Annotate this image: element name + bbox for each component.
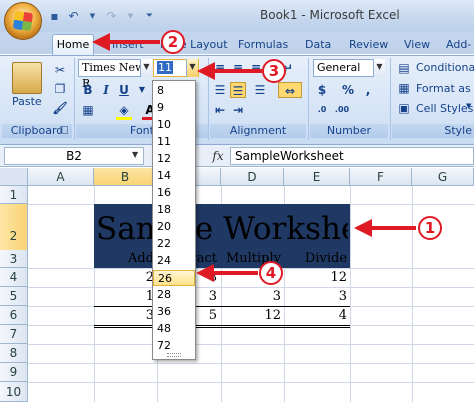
arrow-1-icon xyxy=(354,219,416,237)
callout-2: 2 xyxy=(161,30,185,54)
excel-window: ▪ ↶ ▼ ↷ ▼ ⏷ Book1 - Microsoft Excel Home… xyxy=(0,0,474,402)
callout-1: 1 xyxy=(418,216,442,240)
arrow-4-icon xyxy=(196,264,258,282)
arrow-3-icon xyxy=(197,62,262,80)
arrow-2-icon xyxy=(92,33,160,51)
callout-3: 3 xyxy=(262,59,286,83)
annotation-layer xyxy=(92,33,416,282)
callout-4: 4 xyxy=(259,261,283,285)
